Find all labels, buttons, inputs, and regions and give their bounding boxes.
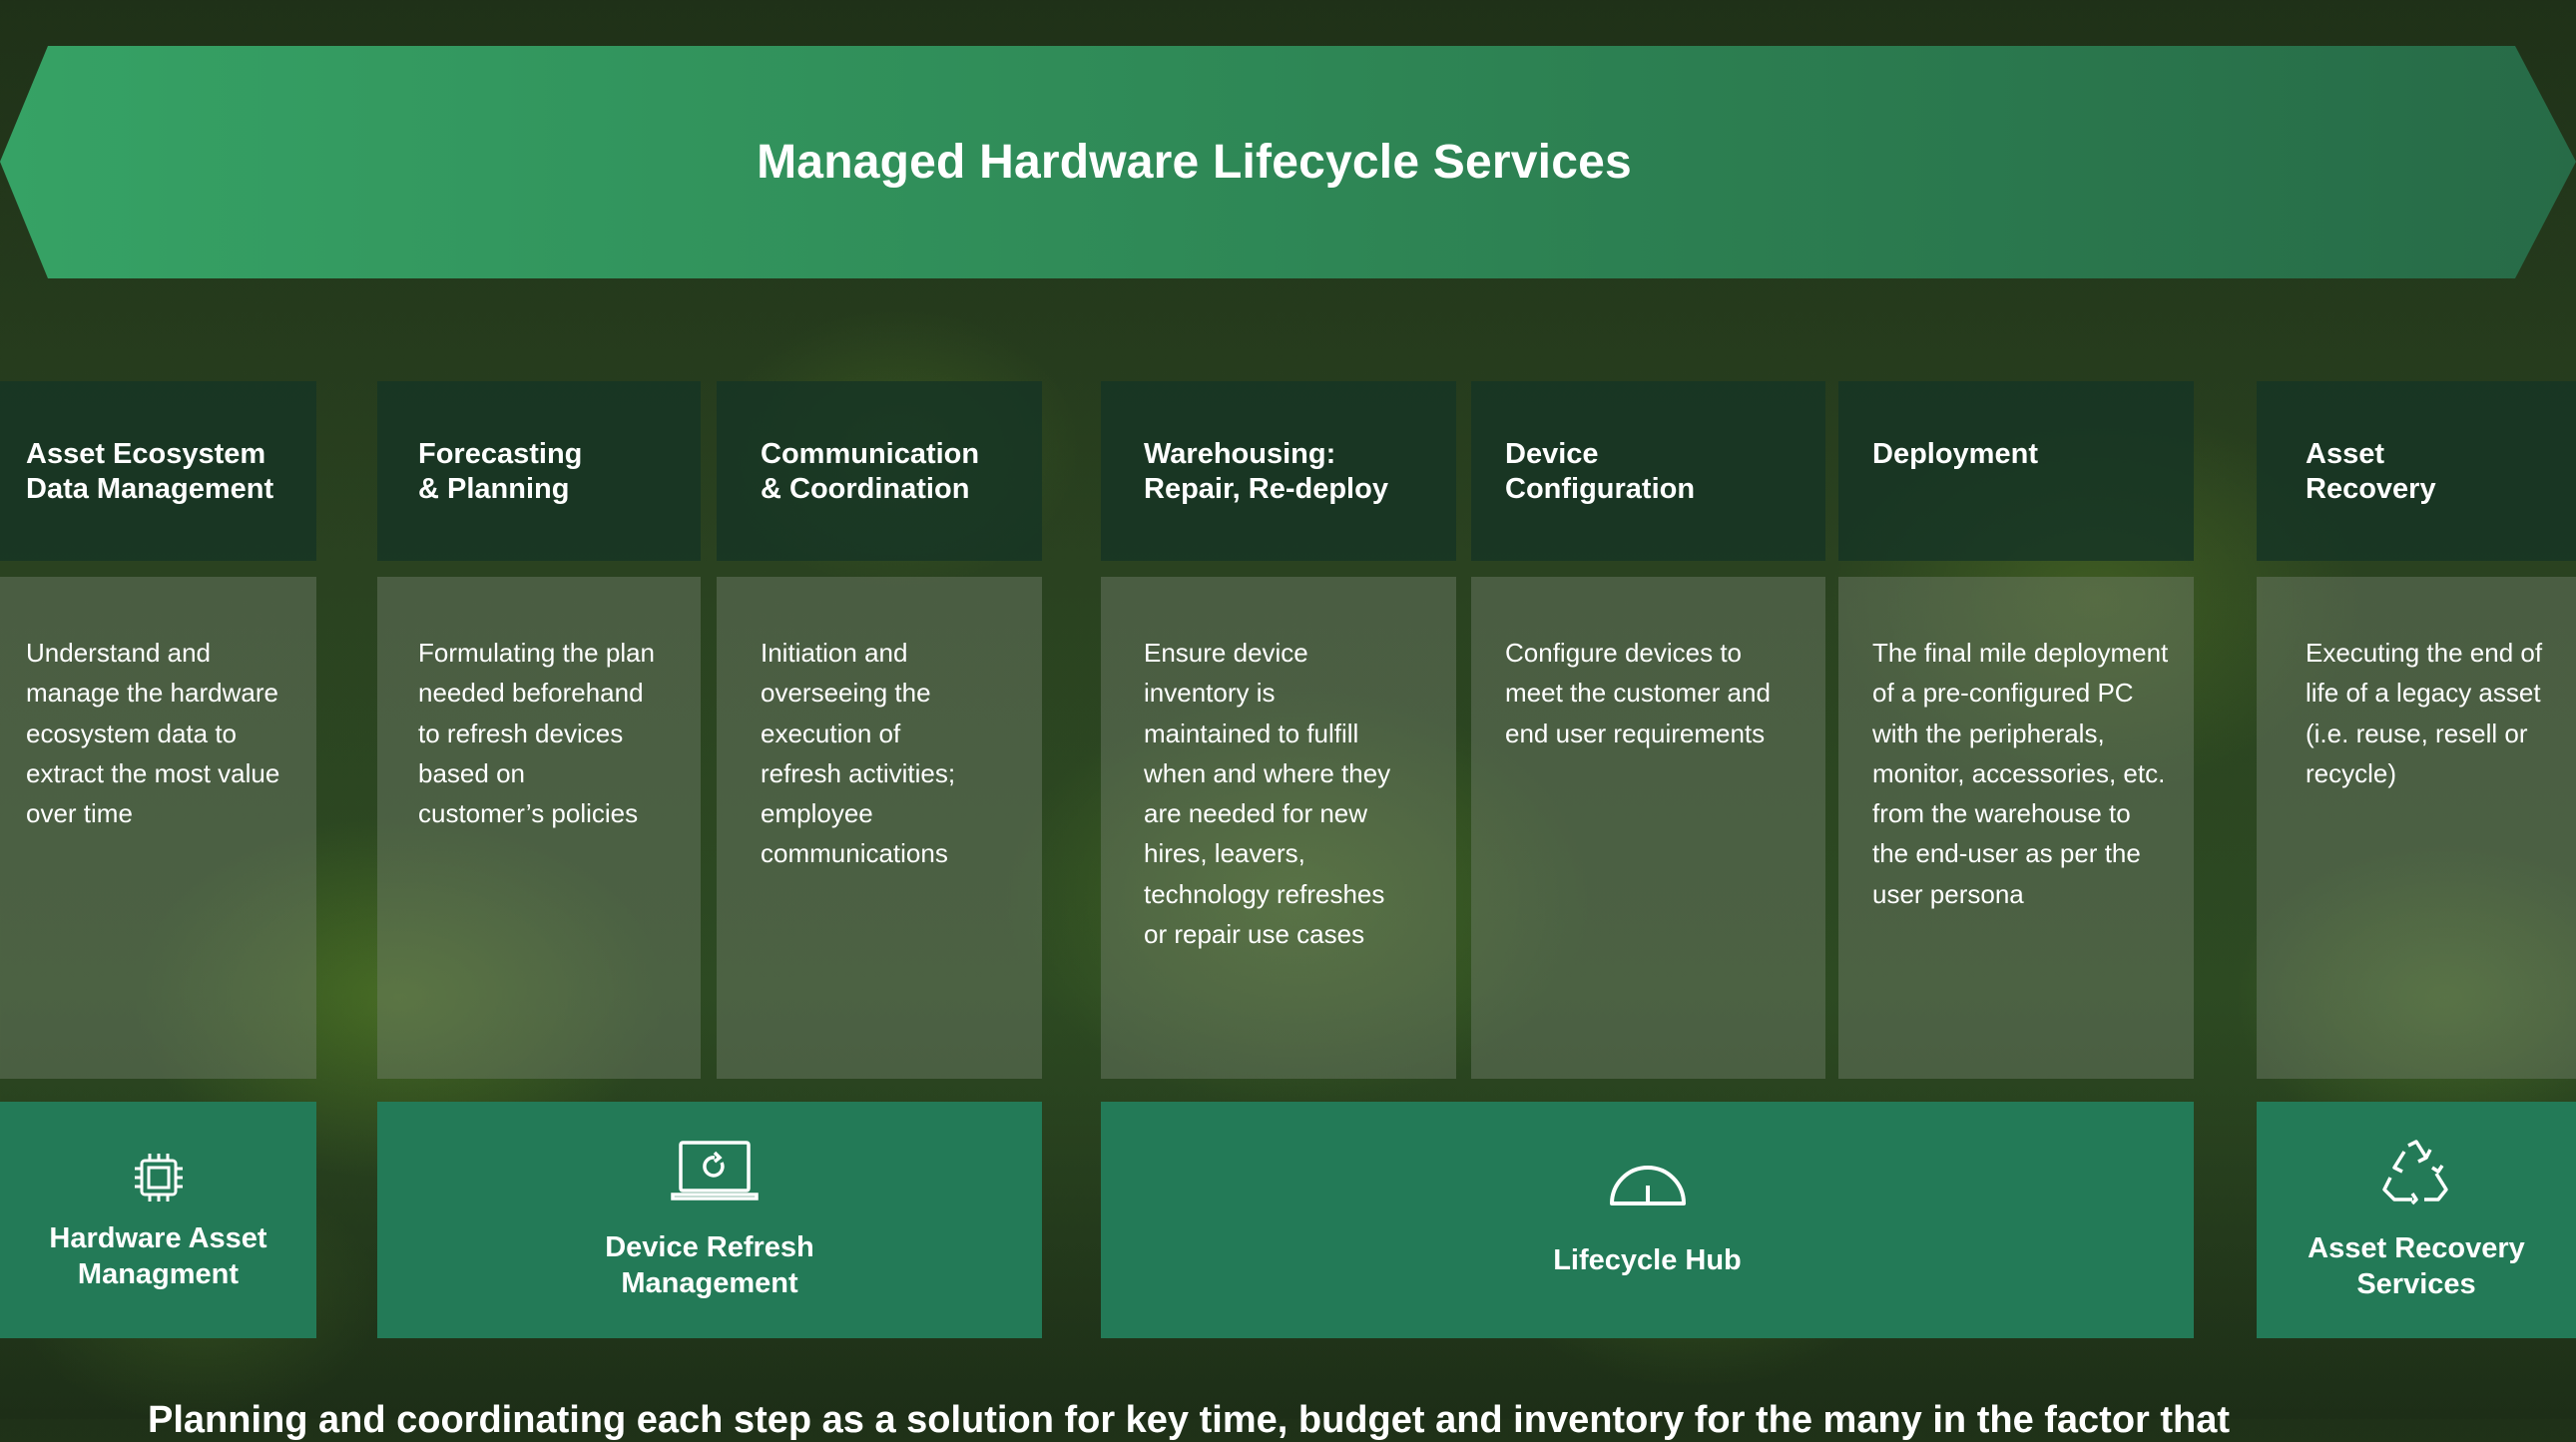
service-header-communication: Communication & Coordination: [717, 381, 1042, 561]
service-description-deployment: The final mile deployment of a pre-confi…: [1838, 577, 2194, 1079]
category-label: Lifecycle Hub: [1553, 1244, 1742, 1276]
category-label: Hardware Asset Managment: [49, 1222, 267, 1290]
service-title: Deployment: [1872, 438, 2038, 470]
chip-icon: [129, 1148, 189, 1212]
laptop-refresh-icon: [671, 1139, 759, 1209]
service-header-forecasting: Forecasting & Planning: [377, 381, 701, 561]
service-header-device-configuration: Device Configuration: [1471, 381, 1825, 561]
service-title: Asset Recovery: [2306, 438, 2436, 505]
service-description-asset-ecosystem: Understand and manage the hardware ecosy…: [0, 577, 316, 1079]
gauge-icon: [1608, 1162, 1688, 1214]
page-title: Managed Hardware Lifecycle Services: [757, 136, 1632, 189]
footer-text: Planning and coordinating each step as a…: [148, 1399, 2231, 1441]
category-lifecycle-hub: Lifecycle Hub: [1101, 1102, 2194, 1338]
service-description-text: Ensure device inventory is maintained to…: [1144, 638, 1391, 950]
service-description-text: Initiation and overseeing the execution …: [761, 638, 956, 869]
title-banner: Managed Hardware Lifecycle Services: [0, 46, 2576, 278]
category-label: Asset Recovery Services: [2308, 1232, 2525, 1300]
service-title: Device Configuration: [1505, 438, 1696, 505]
service-description-text: Formulating the plan needed beforehand t…: [418, 638, 656, 829]
service-title: Warehousing: Repair, Re-deploy: [1144, 438, 1388, 505]
service-description-communication: Initiation and overseeing the execution …: [717, 577, 1042, 1079]
category-device-refresh-management: Device Refresh Management: [377, 1102, 1042, 1338]
service-description-text: Executing the end of life of a legacy as…: [2306, 638, 2543, 788]
recycle-icon: [2380, 1138, 2452, 1210]
category-asset-recovery-services: Asset Recovery Services: [2257, 1102, 2576, 1338]
service-title: Forecasting & Planning: [418, 438, 583, 505]
category-label: Device Refresh Management: [605, 1231, 814, 1299]
service-description-device-configuration: Configure devices to meet the customer a…: [1471, 577, 1825, 1079]
service-header-warehousing: Warehousing: Repair, Re-deploy: [1101, 381, 1456, 561]
service-title: Asset Ecosystem Data Management: [26, 438, 274, 505]
service-title: Communication & Coordination: [761, 438, 980, 505]
service-description-asset-recovery: Executing the end of life of a legacy as…: [2257, 577, 2576, 1079]
service-description-text: The final mile deployment of a pre-confi…: [1872, 638, 2169, 909]
service-description-text: Understand and manage the hardware ecosy…: [26, 638, 280, 829]
category-hardware-asset-management: Hardware Asset Managment: [0, 1102, 316, 1338]
service-header-asset-ecosystem: Asset Ecosystem Data Management: [0, 381, 316, 561]
service-header-deployment: Deployment: [1838, 381, 2194, 561]
service-header-asset-recovery: Asset Recovery: [2257, 381, 2576, 561]
service-description-warehousing: Ensure device inventory is maintained to…: [1101, 577, 1456, 1079]
service-description-forecasting: Formulating the plan needed beforehand t…: [377, 577, 701, 1079]
service-description-text: Configure devices to meet the customer a…: [1505, 638, 1771, 748]
